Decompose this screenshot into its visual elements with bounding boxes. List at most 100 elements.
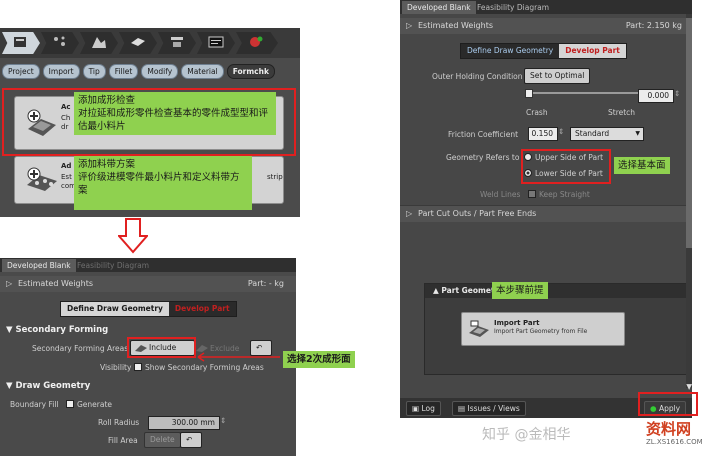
checkbox-icon	[66, 400, 74, 408]
highlight-geometry-side	[521, 149, 611, 184]
visibility-label: Visibility	[100, 363, 132, 372]
log-button[interactable]: ▣ Log	[406, 401, 441, 416]
fill-area-label: Fill Area	[108, 436, 138, 445]
issues-label: Issues / Views	[467, 404, 520, 413]
press-icon[interactable]	[158, 32, 196, 54]
secondary-forming-areas-label: Secondary Forming Areas	[32, 344, 129, 353]
formchk-tabs: Project Import Tip Fillet Modify Materia…	[2, 63, 278, 79]
estimated-weights-label: Estimated Weights	[418, 21, 493, 30]
weld-lines-label: Weld Lines	[480, 190, 521, 199]
develop-part-panel: Developed Blank Feasibility Diagram ▷ Es…	[400, 0, 692, 418]
panel-tabstrip: Developed Blank Feasibility Diagram	[400, 0, 692, 14]
tab-developed-blank[interactable]: Developed Blank	[402, 1, 476, 14]
estimated-weights-row[interactable]: ▷ Estimated Weights Part: - kg	[0, 276, 296, 292]
outer-holding-label: Outer Holding Condition	[432, 72, 523, 81]
tab-developed-blank[interactable]: Developed Blank	[2, 259, 76, 272]
site-watermark: 资料网	[646, 420, 692, 438]
set-to-optimal-button[interactable]: Set to Optimal	[524, 68, 591, 84]
note-select-base-surface: 选择基本面	[614, 157, 670, 174]
slider-knob[interactable]	[525, 89, 533, 98]
tab-feasibility-diagram[interactable]: Feasibility Diagram	[472, 1, 554, 14]
develop-part-tab[interactable]: Develop Part	[559, 44, 626, 58]
pointer-arrow-icon	[197, 352, 280, 362]
undo-arrow-icon: ↶	[186, 435, 193, 444]
note-add-formability-check: 添加成形检查 对拉延和成形零件检查基本的零件成型型和评估最小料片	[74, 92, 276, 135]
undo-button-2[interactable]: ↶	[180, 432, 202, 448]
import-part-icon	[469, 320, 489, 337]
boundary-fill-label: Boundary Fill	[10, 400, 59, 409]
tab-tip[interactable]: Tip	[82, 63, 106, 79]
log-label: Log	[421, 404, 435, 413]
import-part-title: Import Part	[494, 319, 540, 327]
blank-icon[interactable]	[2, 32, 40, 54]
exclude-icon	[196, 345, 208, 352]
geometry-refers-label: Geometry Refers to	[446, 153, 520, 162]
spinner-icon[interactable]: ⇕	[674, 89, 680, 98]
estimated-weights-row[interactable]: ▷ Estimated Weights Part: 2.150 kg	[400, 18, 692, 34]
site-url-watermark: ZL.XS1616.COM	[646, 438, 703, 446]
part-geometry-panel: ▲ Part Geometry Import Part Import Part …	[424, 283, 688, 375]
develop-part-tab[interactable]: Develop Part	[169, 302, 236, 316]
secondary-forming-header[interactable]: ▼ Secondary Forming	[6, 325, 108, 335]
sheet-icon[interactable]	[119, 32, 157, 54]
tab-project[interactable]: Project	[2, 63, 40, 79]
keep-straight-checkbox[interactable]: Keep Straight	[528, 190, 590, 199]
part-weight: Part: - kg	[247, 279, 284, 288]
delete-button[interactable]: Delete	[144, 432, 181, 448]
define-draw-geometry-tab[interactable]: Define Draw Geometry	[461, 44, 559, 58]
friction-label: Friction Coefficient	[448, 130, 519, 139]
button-desc: strip	[267, 173, 283, 181]
generate-checkbox[interactable]: Generate	[66, 400, 112, 409]
tab-fillet[interactable]: Fillet	[108, 63, 139, 79]
show-secondary-checkbox[interactable]: Show Secondary Forming Areas	[134, 363, 264, 372]
generate-label: Generate	[77, 400, 113, 409]
roll-radius-field[interactable]: 300.00 mm	[148, 416, 220, 430]
tool-icon[interactable]	[236, 32, 278, 54]
stretch-label: Stretch	[608, 108, 636, 117]
part-weight: Part: 2.150 kg	[625, 21, 682, 30]
mode-segmented-control: Define Draw Geometry Develop Part	[460, 43, 627, 59]
down-arrow-icon	[118, 218, 148, 254]
note-add-strip-layout: 添加料带方案 评价级进模零件最小料片和定义料带方案	[74, 156, 252, 210]
checkbox-icon	[134, 363, 142, 371]
tab-import[interactable]: Import	[42, 63, 80, 79]
report-icon[interactable]	[197, 32, 235, 54]
highlight-include	[127, 337, 196, 358]
undo-arrow-icon: ↶	[256, 343, 263, 352]
estimated-weights-label: Estimated Weights	[18, 279, 93, 288]
vertical-scrollbar[interactable]	[686, 14, 692, 388]
import-part-desc: Import Part Geometry from File	[494, 328, 588, 335]
mesh-icon[interactable]	[41, 32, 79, 54]
keep-straight-label: Keep Straight	[539, 190, 590, 199]
highlight-apply	[638, 392, 698, 416]
module-icon-bar	[0, 28, 300, 58]
button-desc: Est	[61, 173, 72, 181]
tab-formchk[interactable]: Formchk	[226, 63, 275, 79]
tab-feasibility-diagram[interactable]: Feasibility Diagram	[72, 259, 154, 272]
spinner-icon[interactable]: ⇕	[558, 127, 564, 136]
friction-mode-select[interactable]: Standard ▼	[570, 127, 644, 141]
part-geometry-header[interactable]: ▲ Part Geometry	[425, 284, 687, 298]
roll-radius-label: Roll Radius	[98, 418, 140, 427]
expand-icon: ▷	[406, 209, 413, 218]
tab-material[interactable]: Material	[181, 63, 224, 79]
spinner-icon[interactable]: ⇕	[220, 416, 226, 425]
define-draw-geometry-tab[interactable]: Define Draw Geometry	[61, 302, 169, 316]
expand-icon: ▷	[6, 279, 13, 288]
panel-tabstrip: Developed Blank Feasibility Diagram	[0, 258, 296, 272]
holding-value-field[interactable]: 0.000	[638, 89, 674, 103]
import-part-button[interactable]: Import Part Import Part Geometry from Fi…	[461, 312, 625, 346]
scroll-down-icon[interactable]: ▼	[686, 382, 692, 391]
collapse-icon: ▼	[6, 325, 16, 335]
part-cutouts-row[interactable]: ▷ Part Cut Outs / Part Free Ends	[400, 205, 692, 222]
issues-views-button[interactable]: ▤ Issues / Views	[452, 401, 526, 416]
strip-layout-icon	[27, 167, 57, 191]
scrollbar-thumb[interactable]	[686, 18, 692, 248]
tab-modify[interactable]: Modify	[141, 63, 179, 79]
draw-geometry-header[interactable]: ▼ Draw Geometry	[6, 381, 90, 391]
friction-mode-value: Standard	[575, 129, 610, 138]
form-icon[interactable]	[80, 32, 118, 54]
friction-field[interactable]: 0.150	[528, 127, 558, 141]
holding-slider[interactable]	[525, 89, 638, 98]
secondary-forming-label: Secondary Forming	[15, 325, 109, 335]
